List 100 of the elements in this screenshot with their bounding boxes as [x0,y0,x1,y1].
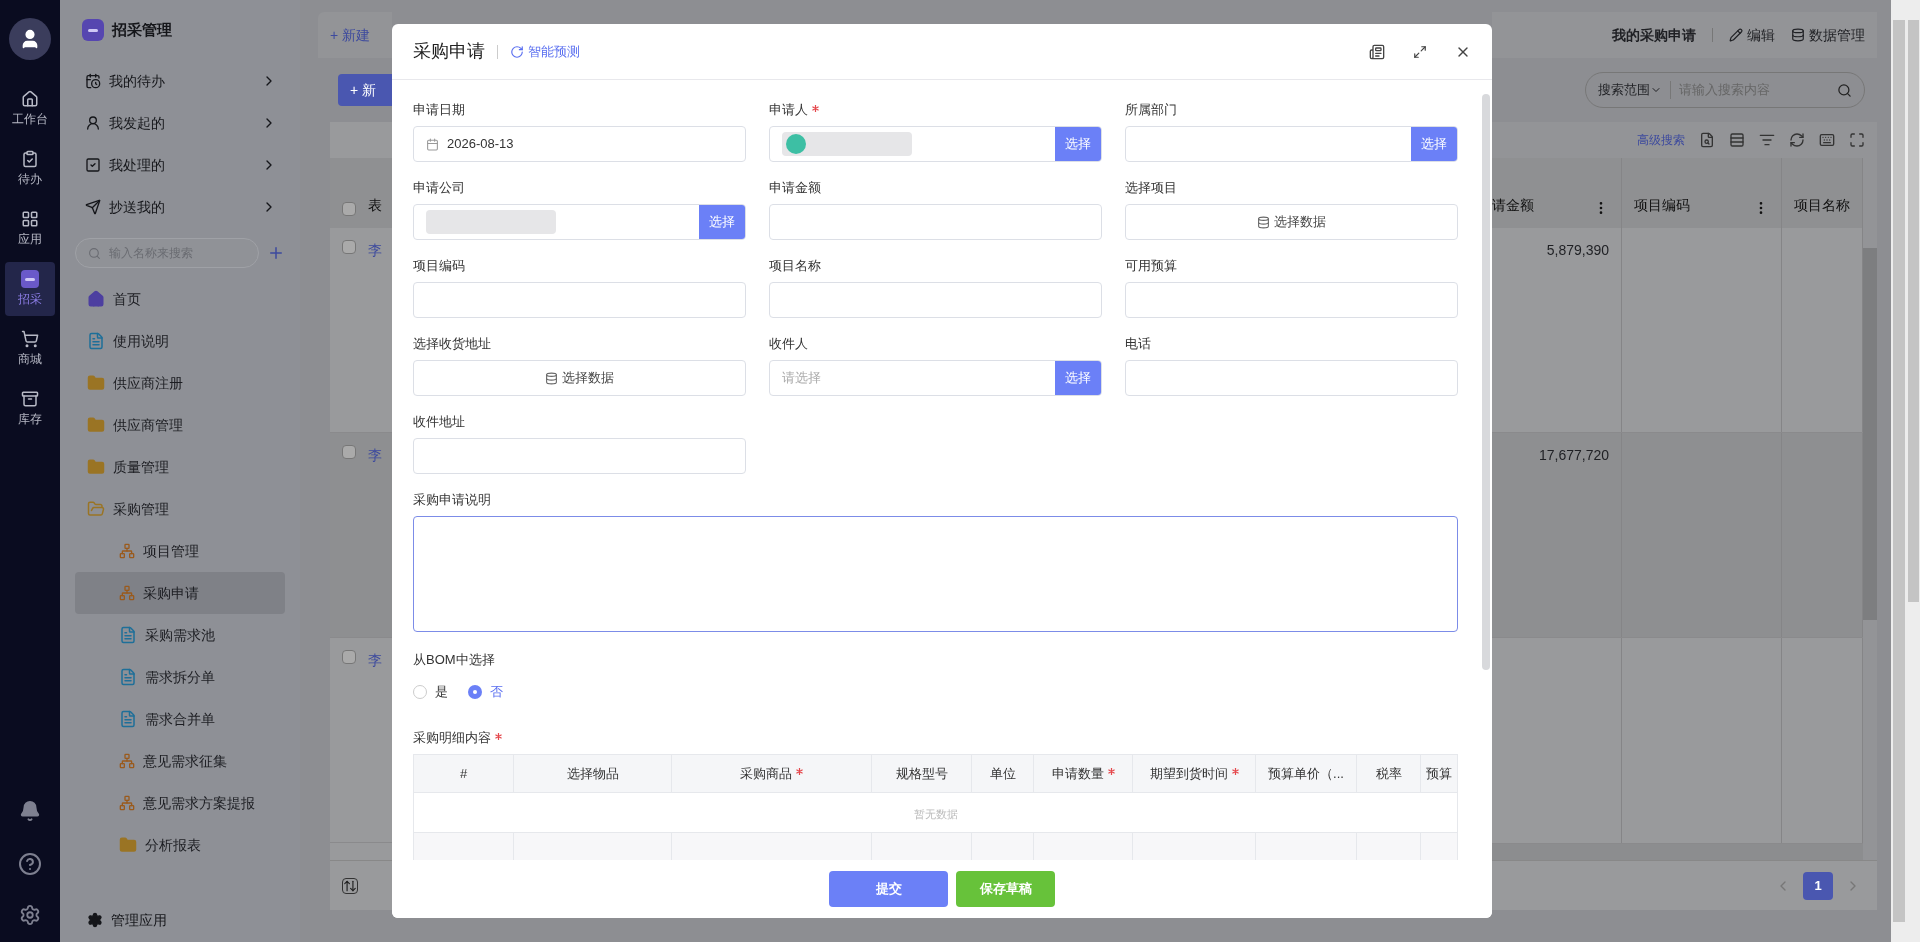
folder-icon [87,500,105,518]
avatar[interactable] [9,18,51,60]
new-button[interactable]: + 新 [338,74,392,106]
input-field[interactable] [413,438,746,474]
rail-item[interactable]: 招采 [5,262,55,316]
select-data-button[interactable]: 选择数据 [1125,204,1458,240]
radio-option[interactable]: 是 [413,682,448,702]
page-scrollbar[interactable] [1893,20,1905,922]
user-icon [85,115,101,131]
required-icon [1107,768,1115,775]
checkbox[interactable] [342,650,356,664]
quick-item[interactable]: 我处理的 [75,144,285,186]
fullscreen-icon[interactable] [1849,132,1865,148]
radio-option[interactable]: 否 [468,682,503,702]
field-label: 项目编码 [413,257,465,276]
row-height-icon[interactable] [342,877,358,894]
file-search-icon[interactable] [1699,132,1715,148]
page-scrollbar[interactable] [1907,20,1919,602]
required-icon [1231,768,1239,775]
org-chart-icon [119,543,135,559]
sidebar-tree-item[interactable]: 需求合并单 [75,698,285,740]
horizontal-scrollbar[interactable] [1492,844,1863,860]
input-field[interactable] [1125,282,1458,318]
folder-icon [119,836,137,854]
refresh-icon[interactable] [1789,132,1805,148]
empty-text: 暂无数据 [913,807,958,820]
sidebar-tree-item[interactable]: 质量管理 [75,446,285,488]
rail-item[interactable]: 应用 [5,202,55,256]
vertical-scrollbar[interactable] [1863,158,1877,860]
input-field[interactable] [769,282,1102,318]
list-filter-icon[interactable] [1759,132,1775,148]
settings-icon[interactable] [19,904,41,926]
search-scope-dropdown[interactable]: 搜索范围 [1598,80,1662,100]
column-header: 单位 [971,754,1034,793]
document-icon [119,626,137,644]
home-icon [21,90,39,108]
sidebar-tree-item[interactable]: 采购申请 [75,572,285,614]
select-data-button[interactable]: 选择数据 [413,360,746,396]
sidebar-tree-item[interactable]: 供应商注册 [75,362,285,404]
app-logo-icon [82,19,104,41]
database-icon [1791,28,1805,42]
sidebar-tree-item[interactable]: 项目管理 [75,530,285,572]
field-label: 可用预算 [1125,257,1177,276]
page-button[interactable]: 1 [1803,871,1833,900]
field-label: 采购申请说明 [413,491,491,510]
input-field[interactable] [1125,360,1458,396]
rail-item[interactable]: 商城 [5,322,55,376]
bell-icon[interactable] [19,800,41,822]
rail-item[interactable]: 库存 [5,382,55,436]
new-tab[interactable]: + 新建 [330,24,371,46]
row-link[interactable]: 李 [368,240,382,261]
folder-icon [87,416,105,434]
submit-button[interactable]: 提交 [829,871,948,907]
checkbox[interactable] [342,202,356,216]
circular-arrow-icon [510,44,524,59]
edit-link[interactable]: 编辑 [1729,24,1775,46]
sidebar-tree-item[interactable]: 意见需求征集 [75,740,285,782]
sidebar-tree-item[interactable]: 意见需求方案提报 [75,782,285,824]
expand-icon[interactable] [1413,44,1427,59]
required-icon [812,104,819,112]
checkbox[interactable] [342,240,356,254]
database-icon [1257,215,1270,229]
quick-item[interactable]: 我的待办 [75,60,285,102]
advanced-search-link[interactable]: 高级搜索 [1637,131,1685,149]
gear-icon [87,912,103,928]
row-link[interactable]: 李 [368,650,382,671]
sidebar-tree-item[interactable]: 需求拆分单 [75,656,285,698]
data-management-link[interactable]: 数据管理 [1791,24,1865,46]
calendar-icon [426,137,439,151]
field-label: 申请日期 [413,101,465,120]
column-header: 期望到货时间 [1132,754,1256,793]
sidebar-tree-item[interactable]: 首页 [75,278,285,320]
sidebar-tree-item[interactable]: 供应商管理 [75,404,285,446]
column-header: 预算单价（... [1255,754,1357,793]
search-icon[interactable] [1837,82,1852,98]
document-icon [87,332,105,350]
field-label: 电话 [1125,335,1151,354]
field-label: 申请公司 [413,179,465,198]
sidebar-tree-item[interactable]: 采购管理 [75,488,285,530]
checkbox[interactable] [342,445,356,459]
rows-icon[interactable] [1729,132,1745,148]
date-field[interactable]: 2026-08-13 [413,126,746,162]
quick-item[interactable]: 我发起的 [75,102,285,144]
keyboard-icon[interactable] [1819,132,1835,148]
table-cell: 17,677,720 [1492,433,1622,637]
sidebar-tree-item[interactable]: 分析报表 [75,824,285,866]
rail-item[interactable]: 待办 [5,142,55,196]
sidebar-tree-item[interactable]: 采购需求池 [75,614,285,656]
smart-predict-link[interactable]: 智能预测 [510,41,580,62]
quick-item[interactable]: 抄送我的 [75,186,285,228]
sidebar-tree-item[interactable]: 使用说明 [75,320,285,362]
plus-icon[interactable] [267,244,285,262]
manage-apps-link[interactable]: 管理应用 [75,898,285,942]
field-label: 选择收货地址 [413,335,491,354]
input-field[interactable] [413,282,746,318]
document-view-icon[interactable] [1369,43,1385,60]
help-icon[interactable] [18,852,42,876]
folder-icon [87,374,105,392]
rail-item[interactable]: 工作台 [5,82,55,136]
field-label: 收件地址 [413,413,465,432]
